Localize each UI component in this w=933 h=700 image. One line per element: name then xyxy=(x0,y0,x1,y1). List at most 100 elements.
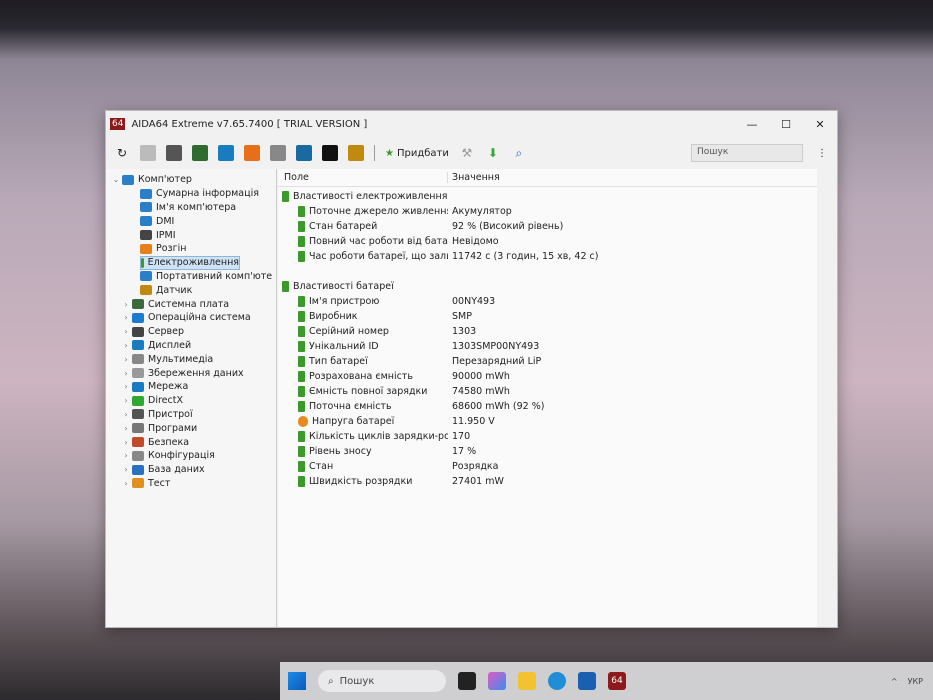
chevron-right-icon[interactable]: › xyxy=(120,355,132,364)
table-row[interactable]: Поточна ємність 68600 mWh (92 %) xyxy=(278,399,817,414)
chevron-down-icon[interactable]: ⌄ xyxy=(110,175,122,184)
download-icon[interactable]: ⬇ xyxy=(485,145,501,161)
section-icon xyxy=(132,368,144,379)
field-value: SMP xyxy=(452,311,472,322)
tree-item-section[interactable]: › Сервер xyxy=(106,325,276,339)
battery-icon xyxy=(298,356,305,367)
overclock-icon[interactable] xyxy=(244,145,260,161)
refresh-icon[interactable]: ↻ xyxy=(114,145,130,161)
tree-item-child[interactable]: DMI xyxy=(140,214,276,228)
tree-item-section[interactable]: › DirectX xyxy=(106,394,276,408)
tree-item-section[interactable]: › Конфігурація xyxy=(106,449,276,463)
table-row[interactable]: Ім'я пристрою 00NY493 xyxy=(278,294,817,309)
chevron-right-icon[interactable]: › xyxy=(120,313,132,322)
group-label: Властивості батареї xyxy=(293,281,394,292)
chevron-right-icon[interactable]: › xyxy=(120,396,132,405)
search-input[interactable]: Пошук xyxy=(691,144,803,162)
section-icon xyxy=(132,409,144,420)
tree-label: Конфігурація xyxy=(148,450,215,462)
more-options-button[interactable]: ⋮ xyxy=(813,148,831,159)
config-icon[interactable] xyxy=(270,145,286,161)
user-icon[interactable] xyxy=(296,145,312,161)
tree-item-child[interactable]: Розгін xyxy=(140,242,276,256)
table-row[interactable]: Унікальний ID 1303SMP00NY493 xyxy=(278,339,817,354)
tree-item-child[interactable]: IPMI xyxy=(140,228,276,242)
language-indicator[interactable]: УКР xyxy=(908,677,923,686)
battery-icon xyxy=(298,221,305,232)
chevron-right-icon[interactable]: › xyxy=(120,300,132,309)
network-icon[interactable] xyxy=(218,145,234,161)
tree-item-section[interactable]: › Дисплей xyxy=(106,339,276,353)
table-row[interactable]: Стан Розрядка xyxy=(278,459,817,474)
maximize-button[interactable]: ☐ xyxy=(769,118,803,131)
tree-item-child[interactable]: Датчик xyxy=(140,283,276,297)
battery-icon xyxy=(298,236,305,247)
chevron-right-icon[interactable]: › xyxy=(120,410,132,419)
start-button[interactable] xyxy=(288,672,306,690)
taskbar-search[interactable]: ⌕ Пошук xyxy=(318,670,446,692)
tree-item-section[interactable]: › Програми xyxy=(106,421,276,435)
field-value: 11.950 V xyxy=(452,416,495,427)
table-row[interactable]: Поточне джерело живлення Акумулятор xyxy=(278,204,817,219)
table-row[interactable]: Розрахована ємність 90000 mWh xyxy=(278,369,817,384)
edge-icon[interactable] xyxy=(548,672,566,690)
close-button[interactable]: ✕ xyxy=(803,118,837,131)
table-row[interactable]: Рівень зносу 17 % xyxy=(278,444,817,459)
chevron-right-icon[interactable]: › xyxy=(120,424,132,433)
chevron-right-icon[interactable]: › xyxy=(120,382,132,391)
tree-item-section[interactable]: › Збереження даних xyxy=(106,366,276,380)
chevron-right-icon[interactable]: › xyxy=(120,438,132,447)
tree-item-section[interactable]: › Операційна система xyxy=(106,311,276,325)
group-header[interactable]: Властивості електроживлення xyxy=(278,189,817,204)
tree-item-computer[interactable]: ⌄ Комп'ютер xyxy=(106,173,276,187)
tree-item-child[interactable]: Електроживлення xyxy=(140,255,240,270)
table-row[interactable]: Повний час роботи від батареї Невідомо xyxy=(278,234,817,249)
task-view-icon[interactable] xyxy=(458,672,476,690)
chevron-right-icon[interactable]: › xyxy=(120,451,132,460)
search-toolbar-icon[interactable]: ⌕ xyxy=(511,145,527,161)
file-explorer-icon[interactable] xyxy=(518,672,536,690)
chevron-up-icon[interactable]: ^ xyxy=(891,677,898,686)
table-row[interactable]: Серійний номер 1303 xyxy=(278,324,817,339)
table-row[interactable]: Виробник SMP xyxy=(278,309,817,324)
table-row[interactable]: Кількість циклів зарядки-розря... 170 xyxy=(278,429,817,444)
column-header-value[interactable]: Значення xyxy=(448,172,500,183)
group-header[interactable]: Властивості батареї xyxy=(278,279,817,294)
tree-item-section[interactable]: › База даних xyxy=(106,463,276,477)
table-row[interactable]: Ємність повної зарядки 74580 mWh xyxy=(278,384,817,399)
table-row[interactable]: Напруга батареї 11.950 V xyxy=(278,414,817,429)
osd-icon[interactable] xyxy=(322,145,338,161)
tree-item-section[interactable]: › Мережа xyxy=(106,380,276,394)
sensor-icon[interactable] xyxy=(348,145,364,161)
motherboard-icon[interactable] xyxy=(166,145,182,161)
chevron-right-icon[interactable]: › xyxy=(120,327,132,336)
table-row[interactable]: Швидкість розрядки 27401 mW xyxy=(278,474,817,489)
tree-item-section[interactable]: › Тест xyxy=(106,477,276,491)
aida64-taskbar-icon[interactable]: 64 xyxy=(608,672,626,690)
battery-icon xyxy=(298,206,305,217)
table-row[interactable]: Стан батарей 92 % (Високий рівень) xyxy=(278,219,817,234)
chevron-right-icon[interactable]: › xyxy=(120,369,132,378)
tree-item-section[interactable]: › Системна плата xyxy=(106,297,276,311)
tree-item-section[interactable]: › Безпека xyxy=(106,435,276,449)
report-icon[interactable] xyxy=(140,145,156,161)
tools-icon[interactable]: ⚒ xyxy=(459,145,475,161)
tree-item-child[interactable]: Сумарна інформація xyxy=(140,187,276,201)
copilot-icon[interactable] xyxy=(488,672,506,690)
voltage-icon xyxy=(298,416,308,427)
chevron-right-icon[interactable]: › xyxy=(120,341,132,350)
chevron-right-icon[interactable]: › xyxy=(120,465,132,474)
tree-item-section[interactable]: › Мультимедіа xyxy=(106,352,276,366)
memory-icon[interactable] xyxy=(192,145,208,161)
table-row[interactable]: Тип батареї Перезарядний LiP xyxy=(278,354,817,369)
chevron-right-icon[interactable]: › xyxy=(120,479,132,488)
tree-item-child[interactable]: Портативний комп'юте xyxy=(140,270,276,284)
column-header-field[interactable]: Поле xyxy=(278,172,448,183)
store-icon[interactable] xyxy=(578,672,596,690)
minimize-button[interactable]: — xyxy=(735,118,769,131)
table-row[interactable]: Час роботи батареї, що залиш... 11742 с (… xyxy=(278,249,817,264)
navigation-tree[interactable]: ⌄ Комп'ютер Сумарна інформація Ім'я комп'ют… xyxy=(106,169,277,627)
buy-button[interactable]: ★ Придбати xyxy=(385,148,449,159)
tree-item-child[interactable]: Ім'я комп'ютера xyxy=(140,201,276,215)
tree-item-section[interactable]: › Пристрої xyxy=(106,408,276,422)
